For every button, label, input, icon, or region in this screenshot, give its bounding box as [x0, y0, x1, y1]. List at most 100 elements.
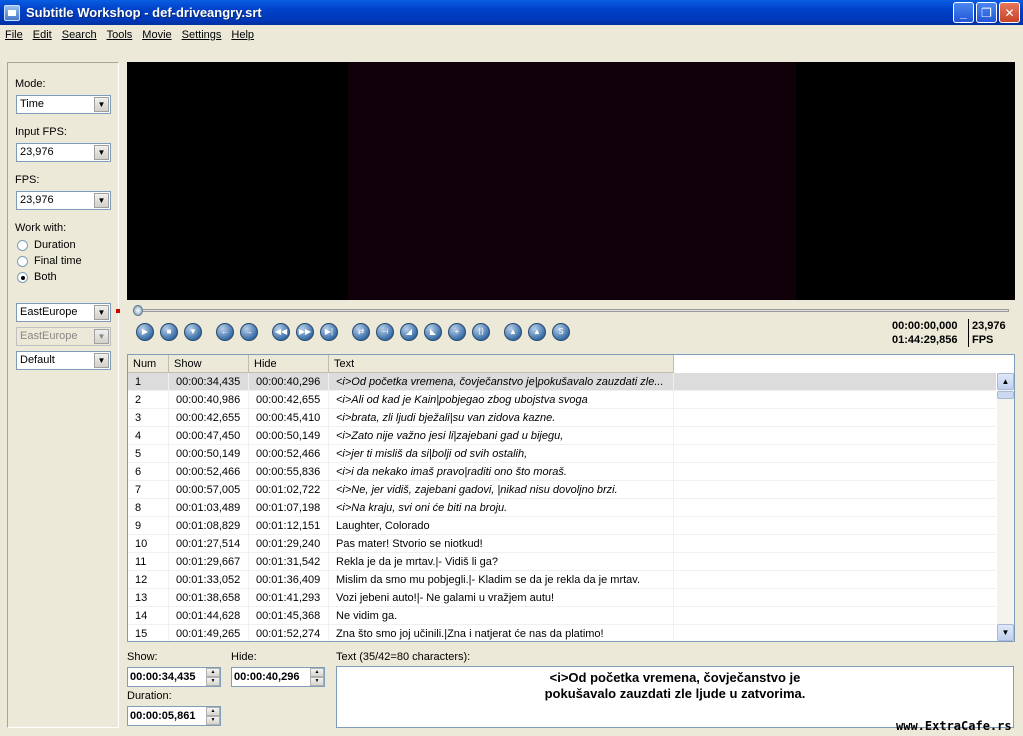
scroll-up-icon[interactable]: ▲	[997, 373, 1014, 390]
charset-select[interactable]: EastEurope ▼	[16, 303, 111, 322]
radio-dot-checked[interactable]	[17, 271, 28, 283]
table-row[interactable]: 5 00:00:50,149 00:00:52,466 <i>jer ti misli…	[128, 444, 996, 463]
show-time-input[interactable]: 00:00:34,435 ▲ ▼	[127, 667, 221, 687]
cell-text: <i>Ali od kad je Kain|pobjegao zbog uboj…	[329, 390, 674, 409]
radio-both[interactable]: Both	[17, 271, 57, 283]
menu-movie[interactable]: Movie	[137, 29, 176, 41]
mode-select[interactable]: Time ▼	[16, 95, 111, 114]
radio-dot[interactable]	[17, 255, 28, 267]
app-icon[interactable]	[4, 4, 20, 21]
cell-text: <i>jer ti misliš da si|bolji od svih ost…	[329, 444, 674, 463]
seek-bar[interactable]	[133, 309, 1009, 312]
menu-search[interactable]: Search	[57, 29, 102, 41]
hide-time-input[interactable]: 00:00:40,296 ▲ ▼	[231, 667, 325, 687]
start-icon[interactable]: ⊣	[376, 323, 394, 341]
style-select[interactable]: Default ▼	[16, 351, 111, 370]
video-frame	[348, 62, 796, 300]
cell-num: 7	[128, 480, 169, 499]
table-row[interactable]: 2 00:00:40,986 00:00:42,655 <i>Ali od kad j…	[128, 390, 996, 409]
add-icon[interactable]: +	[448, 323, 466, 341]
step-icon[interactable]: ▶|	[320, 323, 338, 341]
radio-dot[interactable]	[17, 239, 28, 251]
table-row[interactable]: 11 00:01:29,667 00:01:31,542 Rekla je da je…	[128, 552, 996, 571]
input-fps-label: Input FPS:	[15, 126, 67, 138]
rewind-icon[interactable]: ◀◀	[272, 323, 290, 341]
set-hide-icon[interactable]: ◣	[424, 323, 442, 341]
radio-final-time[interactable]: Final time	[17, 255, 82, 267]
settings-icon[interactable]: S	[552, 323, 570, 341]
column-text[interactable]: Text	[329, 355, 674, 373]
cell-num: 5	[128, 444, 169, 463]
table-row[interactable]: 12 00:01:33,052 00:01:36,409 Mislim da smo …	[128, 570, 996, 589]
minimize-button[interactable]: _	[953, 2, 974, 23]
mark-out-icon[interactable]: ▲	[528, 323, 546, 341]
back-icon[interactable]: ←	[216, 323, 234, 341]
table-row[interactable]: 4 00:00:47,450 00:00:50,149 <i>Zato nije va…	[128, 426, 996, 445]
cell-num: 15	[128, 624, 169, 641]
cell-text: Vozi jebeni auto!|- Ne galami u vražjem …	[329, 588, 674, 607]
cell-hide: 00:01:45,368	[249, 606, 329, 625]
cell-hide: 00:00:40,296	[249, 372, 329, 391]
chevron-down-icon[interactable]: ▼	[94, 353, 109, 368]
play-icon[interactable]: ▶	[136, 323, 154, 341]
cell-show: 00:00:57,005	[169, 480, 249, 499]
maximize-button[interactable]: ❐	[976, 2, 997, 23]
fps-select[interactable]: 23,976 ▼	[16, 191, 111, 210]
menu-edit[interactable]: Edit	[28, 29, 57, 41]
title-bar[interactable]: Subtitle Workshop - def-driveangry.srt _…	[0, 0, 1023, 25]
spin-up-icon[interactable]: ▲	[206, 707, 220, 716]
input-fps-value: 23,976	[20, 146, 54, 158]
column-show[interactable]: Show	[169, 355, 249, 373]
loop-icon[interactable]: ⇄	[352, 323, 370, 341]
table-row[interactable]: 9 00:01:08,829 00:01:12,151 Laughter, Color…	[128, 516, 996, 535]
duration-input[interactable]: 00:00:05,861 ▲ ▼	[127, 706, 221, 726]
spin-up-icon[interactable]: ▲	[206, 668, 220, 677]
column-hide[interactable]: Hide	[249, 355, 329, 373]
pause-icon[interactable]: ▼	[184, 323, 202, 341]
scroll-down-icon[interactable]: ▼	[997, 624, 1014, 641]
table-row[interactable]: 6 00:00:52,466 00:00:55,836 <i>i da nekako …	[128, 462, 996, 481]
video-area[interactable]	[127, 62, 1015, 300]
seek-thumb[interactable]	[133, 305, 143, 316]
close-button[interactable]: ✕	[999, 2, 1020, 23]
chevron-down-icon[interactable]: ▼	[94, 193, 109, 208]
table-row[interactable]: 13 00:01:38,658 00:01:41,293 Vozi jebeni au…	[128, 588, 996, 607]
set-show-icon[interactable]: ◢	[400, 323, 418, 341]
chevron-down-icon[interactable]: ▼	[94, 305, 109, 320]
scroll-thumb[interactable]	[997, 391, 1014, 399]
table-row[interactable]: 8 00:01:03,489 00:01:07,198 <i>Na kraju, sv…	[128, 498, 996, 517]
table-row[interactable]: 15 00:01:49,265 00:01:52,274 Zna što smo jo…	[128, 624, 996, 641]
fast-forward-icon[interactable]: ▶▶	[296, 323, 314, 341]
table-scrollbar[interactable]: ▲ ▼	[997, 373, 1014, 641]
stop-icon[interactable]: ■	[160, 323, 178, 341]
input-fps-select[interactable]: 23,976 ▼	[16, 143, 111, 162]
cell-text: Mislim da smo mu pobjegli.|- Kladim se d…	[329, 570, 674, 589]
menu-tools[interactable]: Tools	[102, 29, 138, 41]
table-row[interactable]: 10 00:01:27,514 00:01:29,240 Pas mater! Stv…	[128, 534, 996, 553]
cell-hide: 00:01:31,542	[249, 552, 329, 571]
table-row[interactable]: 3 00:00:42,655 00:00:45,410 <i>brata, zli l…	[128, 408, 996, 427]
table-row[interactable]: 1 00:00:34,435 00:00:40,296 <i>Od početka v…	[128, 372, 996, 391]
cell-num: 9	[128, 516, 169, 535]
spin-down-icon[interactable]: ▼	[206, 677, 220, 686]
cell-hide: 00:00:42,655	[249, 390, 329, 409]
spin-down-icon[interactable]: ▼	[310, 677, 324, 686]
table-row[interactable]: 14 00:01:44,628 00:01:45,368 Ne vidim ga.	[128, 606, 996, 625]
menu-help[interactable]: Help	[226, 29, 259, 41]
menu-settings[interactable]: Settings	[177, 29, 227, 41]
radio-duration[interactable]: Duration	[17, 239, 76, 251]
table-row[interactable]: 7 00:00:57,005 00:01:02,722 <i>Ne, jer vidi…	[128, 480, 996, 499]
menu-file[interactable]: File	[0, 29, 28, 41]
sync-icon[interactable]: ⟨⟩	[472, 323, 490, 341]
subtitle-table[interactable]: Num Show Hide Text 1 00:00:34,435 00:00:40…	[127, 354, 1015, 642]
spin-up-icon[interactable]: ▲	[310, 668, 324, 677]
cell-num: 13	[128, 588, 169, 607]
spin-down-icon[interactable]: ▼	[206, 716, 220, 725]
chevron-down-icon[interactable]: ▼	[94, 97, 109, 112]
cell-num: 14	[128, 606, 169, 625]
chevron-down-icon[interactable]: ▼	[94, 145, 109, 160]
forward-icon[interactable]: →	[240, 323, 258, 341]
column-num[interactable]: Num	[128, 355, 169, 373]
mark-in-icon[interactable]: ▲	[504, 323, 522, 341]
time-readout: 00:00:00,000 01:44:29,856	[892, 319, 957, 347]
